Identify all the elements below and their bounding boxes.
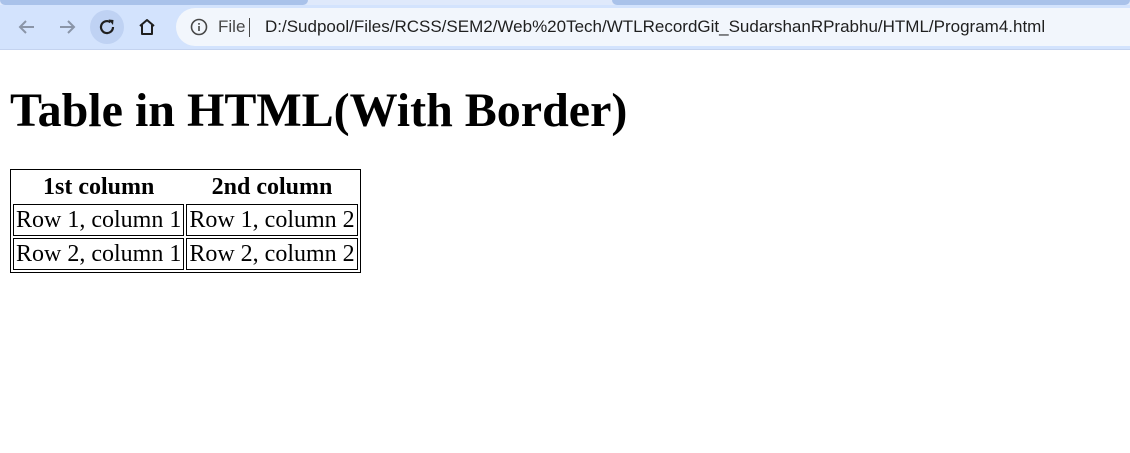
table-header-row: 1st column 2nd column xyxy=(13,172,358,202)
browser-toolbar: File D:/Sudpool/Files/RCSS/SEM2/Web%20Te… xyxy=(0,0,1130,50)
reload-icon xyxy=(99,19,115,35)
forward-button[interactable] xyxy=(50,10,84,44)
table-cell: Row 1, column 2 xyxy=(186,204,358,236)
column-header: 2nd column xyxy=(211,174,333,200)
url-text[interactable]: D:/Sudpool/Files/RCSS/SEM2/Web%20Tech/WT… xyxy=(265,17,1045,37)
url-scheme-label: File xyxy=(218,17,246,36)
table-cell: Row 2, column 1 xyxy=(13,238,185,270)
table-row: Row 1, column 1 Row 1, column 2 xyxy=(13,204,358,236)
table-row: Row 2, column 1 Row 2, column 2 xyxy=(13,238,358,270)
home-button[interactable] xyxy=(130,10,164,44)
arrow-right-icon xyxy=(60,20,76,34)
page-content: Table in HTML(With Border) 1st column 2n… xyxy=(0,50,1130,453)
home-icon xyxy=(139,19,155,35)
tab-strip-edge xyxy=(612,0,1130,5)
tab-strip-edge xyxy=(0,0,308,5)
page-title: Table in HTML(With Border) xyxy=(10,84,628,137)
back-button[interactable] xyxy=(10,10,44,44)
info-circle-icon[interactable] xyxy=(190,18,208,36)
column-header: 1st column xyxy=(42,174,155,200)
bordered-table: 1st column 2nd column Row 1, column 1 Ro… xyxy=(10,169,361,273)
tab-strip xyxy=(0,0,1130,5)
arrow-left-icon xyxy=(18,20,34,34)
address-bar[interactable]: File D:/Sudpool/Files/RCSS/SEM2/Web%20Te… xyxy=(176,8,1130,46)
table-cell: Row 2, column 2 xyxy=(186,238,358,270)
reload-button[interactable] xyxy=(90,10,124,44)
table-cell: Row 1, column 1 xyxy=(13,204,185,236)
omnibox-divider xyxy=(249,18,250,37)
